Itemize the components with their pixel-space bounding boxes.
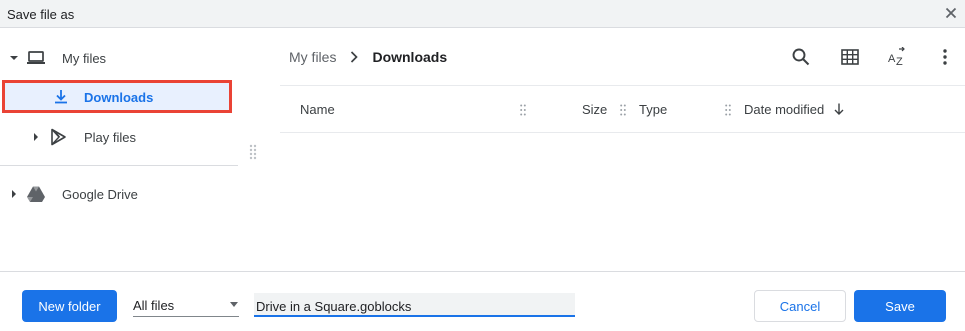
column-header-size[interactable]: Size <box>582 102 607 117</box>
more-vert-icon[interactable] <box>935 47 955 67</box>
splitter-handle[interactable] <box>249 144 257 160</box>
arrow-down-icon[interactable] <box>834 103 844 115</box>
expand-arrow-down-icon[interactable] <box>10 54 18 62</box>
sidebar-item-label: Play files <box>84 130 137 145</box>
chevron-down-icon <box>230 302 238 307</box>
window-title: Save file as <box>7 7 75 22</box>
cancel-button[interactable]: Cancel <box>754 290 846 322</box>
search-icon[interactable] <box>791 47 811 67</box>
breadcrumb-current: Downloads <box>372 49 448 65</box>
chevron-right-icon <box>351 51 359 63</box>
play-store-icon <box>51 128 66 146</box>
column-header-date-modified[interactable]: Date modified <box>744 102 824 117</box>
svg-text:A: A <box>888 53 896 65</box>
sidebar-item-label: Downloads <box>84 90 154 105</box>
sidebar-item-my-files[interactable]: My files <box>0 41 238 75</box>
sidebar-item-google-drive[interactable]: Google Drive <box>0 177 238 211</box>
sort-az-icon[interactable]: A Z <box>887 47 907 67</box>
sidebar-item-play-files[interactable]: Play files <box>0 120 238 154</box>
column-resize-handle[interactable] <box>620 104 626 116</box>
column-resize-handle[interactable] <box>520 104 526 116</box>
dialog-footer: New folder All files Cancel Save <box>0 271 965 331</box>
download-icon <box>55 90 67 104</box>
column-header-name[interactable]: Name <box>300 102 335 117</box>
laptop-icon <box>27 51 45 64</box>
file-type-select[interactable]: All files <box>133 292 239 317</box>
sidebar: My files Downloads Play files Google Dri… <box>0 29 238 271</box>
google-drive-icon <box>27 186 45 202</box>
sidebar-item-downloads[interactable]: Downloads <box>2 80 232 113</box>
breadcrumb-my-files[interactable]: My files <box>289 49 336 65</box>
grid-view-icon[interactable] <box>840 47 860 67</box>
expand-arrow-right-icon[interactable] <box>32 133 40 141</box>
file-list-panel: My files Downloads A Z Name Size Type Da… <box>280 29 965 271</box>
expand-arrow-right-icon[interactable] <box>10 190 18 198</box>
file-type-select-value: All files <box>133 298 175 313</box>
svg-text:Z: Z <box>896 56 903 67</box>
column-header-row: Name Size Type Date modified <box>280 85 965 133</box>
filename-input[interactable] <box>254 293 575 317</box>
close-icon[interactable] <box>943 5 959 21</box>
sidebar-item-label: My files <box>62 51 107 66</box>
save-button[interactable]: Save <box>854 290 946 322</box>
column-resize-handle[interactable] <box>725 104 731 116</box>
new-folder-button[interactable]: New folder <box>22 290 117 322</box>
sidebar-item-label: Google Drive <box>62 187 138 202</box>
breadcrumb: My files Downloads <box>289 49 447 65</box>
column-header-type[interactable]: Type <box>639 102 667 117</box>
title-bar: Save file as <box>0 0 965 28</box>
sidebar-divider <box>0 165 238 166</box>
